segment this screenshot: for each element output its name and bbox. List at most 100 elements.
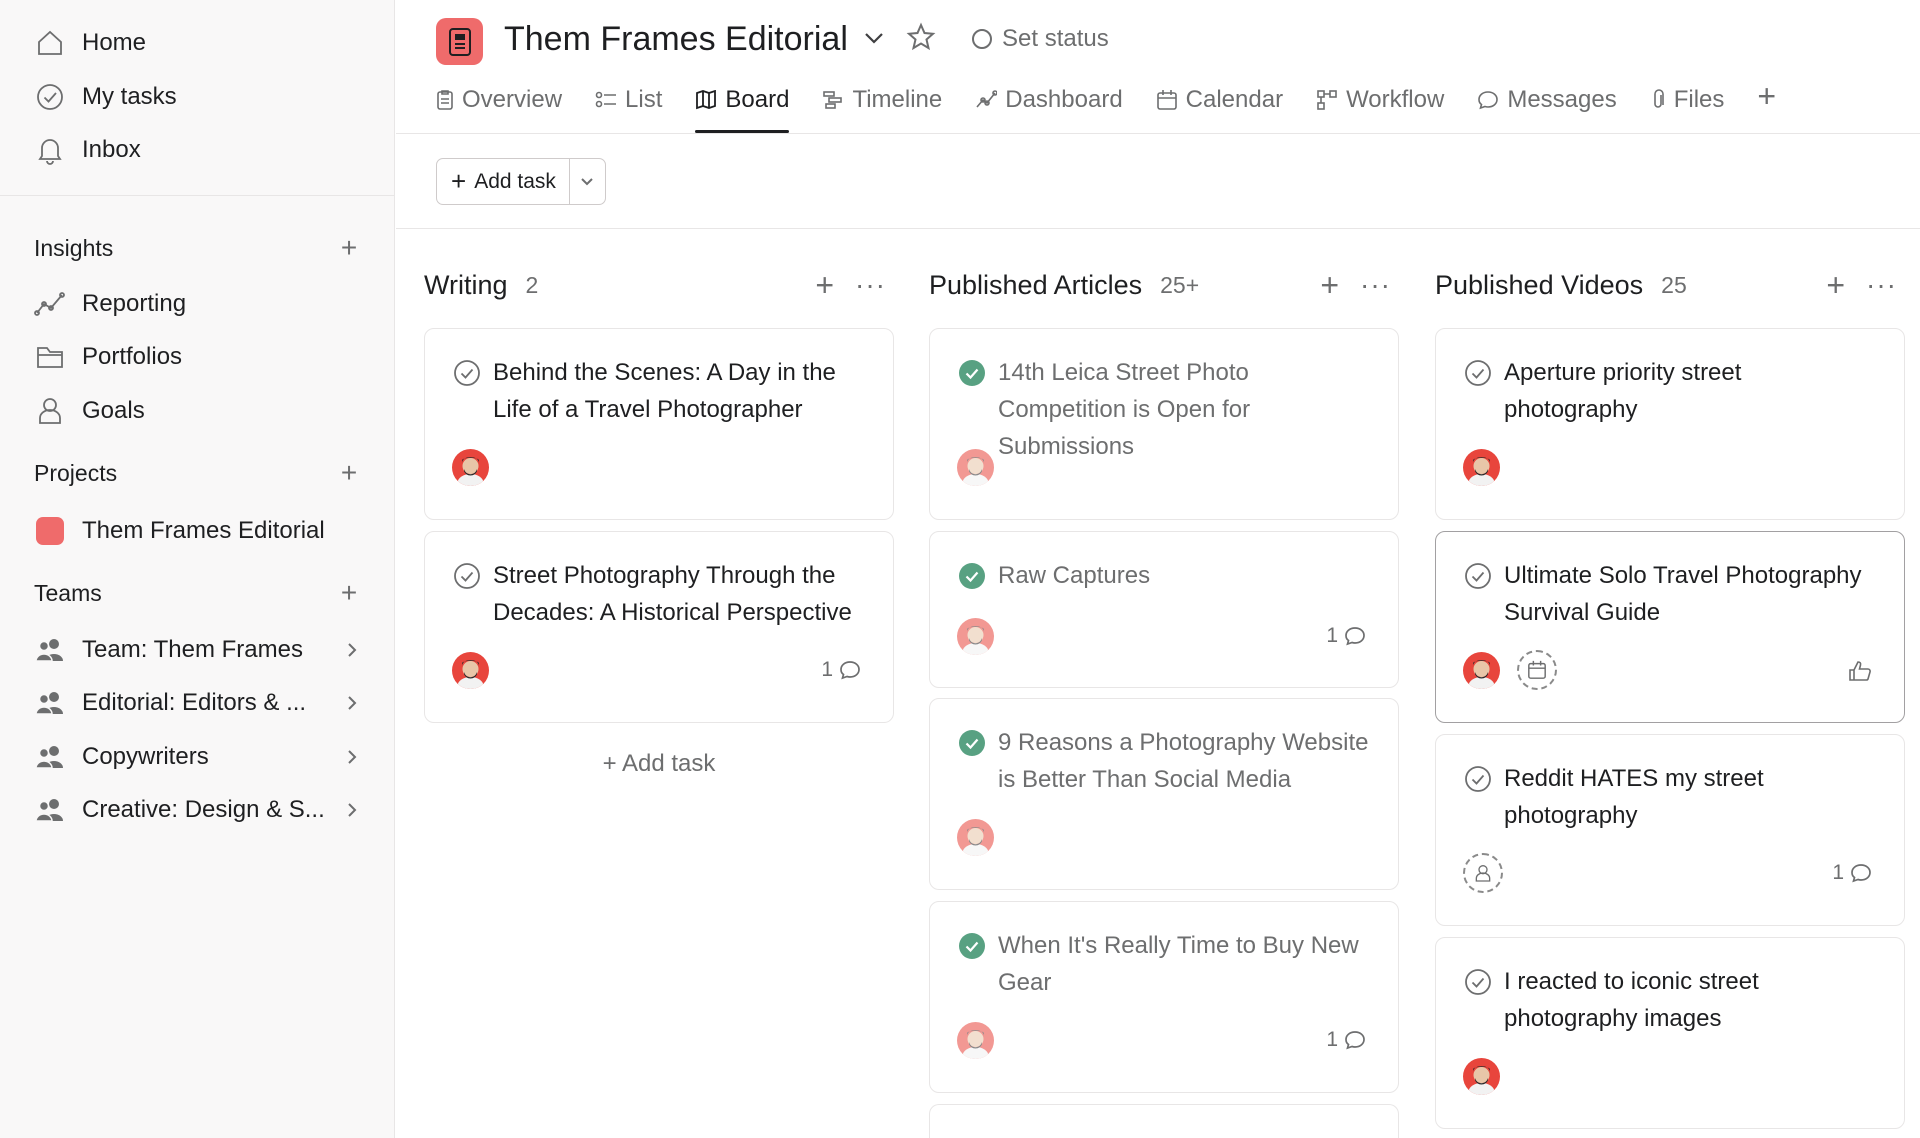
due-date-button[interactable] — [1517, 650, 1557, 690]
tab-calendar[interactable]: Calendar — [1156, 82, 1283, 118]
task-card[interactable]: 9 Reasons a Photography Website is Bette… — [929, 698, 1399, 890]
complete-check-icon[interactable] — [1464, 765, 1492, 793]
tab-messages[interactable]: Messages — [1477, 82, 1617, 118]
sidebar-team-copywriters[interactable]: Copywriters — [34, 737, 364, 777]
complete-check-icon[interactable] — [453, 562, 481, 590]
reporting-icon — [34, 288, 66, 320]
more-options-icon[interactable]: ··· — [1866, 269, 1897, 301]
chevron-right-icon[interactable] — [340, 694, 364, 712]
task-card[interactable]: Reddit HATES my street photography 1 — [1435, 734, 1905, 926]
task-card[interactable]: I reacted to iconic street photography i… — [1435, 937, 1905, 1129]
add-task-split-button: + Add task — [436, 158, 606, 205]
add-card-button[interactable]: + — [1320, 267, 1339, 304]
assignee-avatar[interactable] — [452, 449, 489, 486]
assignee-avatar[interactable] — [1463, 1058, 1500, 1095]
task-card-partial[interactable] — [929, 1104, 1399, 1138]
tab-files[interactable]: Files — [1650, 82, 1724, 118]
sidebar-team-editorial[interactable]: Editorial: Editors & ... — [34, 683, 364, 723]
tab-timeline[interactable]: Timeline — [822, 82, 942, 118]
sidebar-item-my-tasks[interactable]: My tasks — [34, 77, 177, 117]
task-card[interactable]: When It's Really Time to Buy New Gear 1 — [929, 901, 1399, 1093]
tab-board[interactable]: Board — [695, 82, 790, 133]
task-title: Aperture priority street photography — [1504, 359, 1742, 423]
add-task-dropdown-button[interactable] — [570, 159, 605, 204]
board-icon — [695, 90, 717, 110]
chevron-right-icon[interactable] — [340, 641, 364, 659]
sidebar-project-them-frames-editorial[interactable]: Them Frames Editorial — [34, 511, 325, 551]
assignee-avatar[interactable] — [957, 449, 994, 486]
page-title: Them Frames Editorial — [504, 20, 848, 58]
plus-icon: + — [451, 166, 467, 196]
tab-workflow[interactable]: Workflow — [1316, 82, 1444, 118]
insights-section-header[interactable]: Insights + — [34, 230, 364, 266]
sidebar-item-inbox[interactable]: Inbox — [34, 130, 141, 170]
document-icon — [448, 27, 471, 56]
comment-count[interactable]: 1 — [821, 658, 861, 682]
tab-label: Messages — [1507, 86, 1617, 113]
assignee-avatar[interactable] — [957, 819, 994, 856]
star-icon[interactable] — [906, 22, 936, 57]
add-card-button[interactable]: + — [815, 267, 834, 304]
tab-overview[interactable]: Overview — [436, 82, 562, 118]
assignee-avatar[interactable] — [452, 652, 489, 689]
chevron-down-icon[interactable] — [862, 26, 886, 55]
task-card[interactable]: 14th Leica Street Photo Competition is O… — [929, 328, 1399, 520]
add-insight-button[interactable]: + — [334, 232, 364, 263]
set-status-button[interactable]: Set status — [972, 25, 1109, 53]
complete-check-icon[interactable] — [1464, 562, 1492, 590]
thumbs-up-icon[interactable] — [1848, 660, 1872, 682]
comment-count[interactable]: 1 — [1832, 861, 1872, 885]
task-card[interactable]: Aperture priority street photography — [1435, 328, 1905, 520]
task-card[interactable]: Behind the Scenes: A Day in the Life of … — [424, 328, 894, 520]
projects-section-header[interactable]: Projects + — [34, 455, 364, 491]
more-options-icon[interactable]: ··· — [1360, 269, 1391, 301]
task-card[interactable]: Street Photography Through the Decades: … — [424, 531, 894, 723]
chevron-right-icon[interactable] — [340, 748, 364, 766]
tab-label: Overview — [462, 86, 563, 113]
tab-list[interactable]: List — [595, 82, 662, 118]
complete-check-icon[interactable] — [1464, 968, 1492, 996]
add-task-label: Add task — [621, 750, 716, 777]
more-options-icon[interactable]: ··· — [855, 269, 886, 301]
column-add-task-button[interactable]: + Add task — [424, 750, 894, 778]
team-icon — [34, 794, 66, 826]
assignee-avatar[interactable] — [957, 1022, 994, 1059]
complete-check-icon[interactable] — [453, 359, 481, 387]
task-title: Behind the Scenes: A Day in the Life of … — [493, 359, 836, 423]
assign-user-button[interactable] — [1463, 853, 1503, 893]
tab-label: List — [625, 86, 663, 113]
assignee-avatar[interactable] — [1463, 449, 1500, 486]
chevron-right-icon[interactable] — [340, 801, 364, 819]
completed-check-icon[interactable] — [958, 359, 986, 387]
add-tab-button[interactable]: + — [1757, 78, 1776, 115]
completed-check-icon[interactable] — [958, 729, 986, 757]
tab-label: Calendar — [1185, 86, 1284, 113]
completed-check-icon[interactable] — [958, 562, 986, 590]
add-task-button[interactable]: + Add task — [437, 159, 570, 204]
sidebar-team-creative[interactable]: Creative: Design & S... — [34, 790, 364, 830]
team-label: Creative: Design & S... — [82, 796, 325, 823]
add-team-button[interactable]: + — [334, 577, 364, 608]
comment-icon — [1344, 625, 1366, 647]
sidebar-item-portfolios[interactable]: Portfolios — [34, 337, 182, 377]
project-icon-button[interactable] — [436, 18, 483, 65]
header-divider — [396, 133, 1920, 134]
task-card[interactable]: Raw Captures 1 — [929, 531, 1399, 688]
insights-heading: Insights — [34, 234, 114, 261]
comment-count[interactable]: 1 — [1326, 624, 1366, 648]
task-title: Ultimate Solo Travel Photography Surviva… — [1504, 562, 1862, 626]
add-project-button[interactable]: + — [334, 457, 364, 488]
sidebar-item-home[interactable]: Home — [34, 23, 146, 63]
assignee-avatar[interactable] — [957, 618, 994, 655]
comment-count[interactable]: 1 — [1326, 1028, 1366, 1052]
task-card-selected[interactable]: Ultimate Solo Travel Photography Surviva… — [1435, 531, 1905, 723]
tab-dashboard[interactable]: Dashboard — [975, 82, 1123, 118]
complete-check-icon[interactable] — [1464, 359, 1492, 387]
add-card-button[interactable]: + — [1826, 267, 1845, 304]
sidebar-item-reporting[interactable]: Reporting — [34, 284, 186, 324]
sidebar-item-goals[interactable]: Goals — [34, 391, 145, 431]
completed-check-icon[interactable] — [958, 932, 986, 960]
sidebar-team-them-frames[interactable]: Team: Them Frames — [34, 630, 364, 670]
teams-section-header[interactable]: Teams + — [34, 575, 364, 611]
assignee-avatar[interactable] — [1463, 652, 1500, 689]
